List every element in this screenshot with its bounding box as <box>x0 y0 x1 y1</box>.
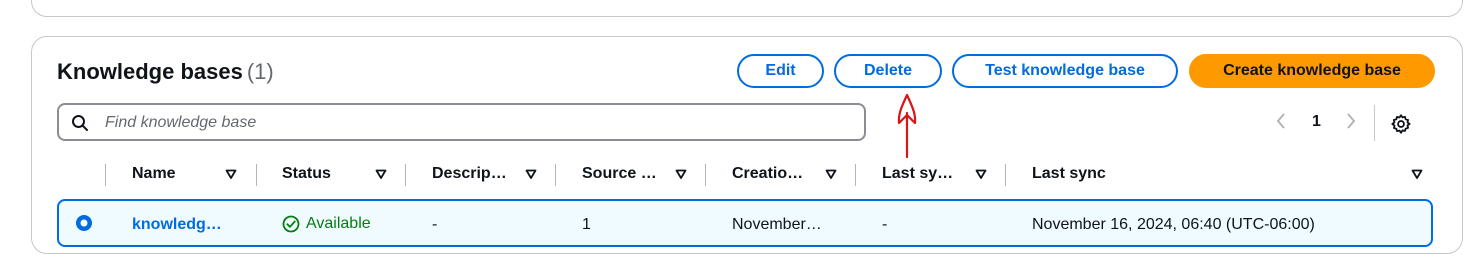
sort-caret-icon[interactable] <box>975 168 987 180</box>
column-divider <box>855 164 856 186</box>
sort-caret-icon[interactable] <box>225 168 237 180</box>
sort-caret-icon[interactable] <box>525 168 537 180</box>
column-header-last-sync-short[interactable]: Last sy… <box>882 165 953 183</box>
search-icon <box>72 115 88 131</box>
title-count: (1) <box>246 59 274 84</box>
search-input[interactable] <box>103 111 847 135</box>
column-header-source[interactable]: Source … <box>582 165 657 183</box>
edit-button[interactable]: Edit <box>737 54 824 88</box>
knowledge-bases-panel: Knowledge bases (1) Edit Delete Test know… <box>31 36 1463 254</box>
column-header-last-sync[interactable]: Last sync <box>1032 165 1106 183</box>
last-sync-short-cell: - <box>882 216 888 233</box>
status-text: Available <box>306 215 371 232</box>
knowledge-base-name-link[interactable]: knowledg… <box>132 216 222 234</box>
table-row[interactable]: knowledg… Available - 1 November… - Nove… <box>57 199 1433 247</box>
column-header-description[interactable]: Descrip… <box>432 165 507 183</box>
column-header-name[interactable]: Name <box>132 165 176 183</box>
radio-selected-icon[interactable] <box>75 214 93 232</box>
create-knowledge-base-button[interactable]: Create knowledge base <box>1189 54 1435 88</box>
page-number[interactable]: 1 <box>1312 113 1321 131</box>
previous-section-card <box>31 0 1463 17</box>
test-knowledge-base-button[interactable]: Test knowledge base <box>952 54 1178 88</box>
source-cell: 1 <box>582 216 591 233</box>
column-header-status[interactable]: Status <box>282 165 331 183</box>
last-sync-cell: November 16, 2024, 06:40 (UTC-06:00) <box>1032 216 1315 233</box>
chevron-left-icon[interactable] <box>1275 111 1287 131</box>
status-badge: Available <box>282 215 371 233</box>
column-divider <box>405 164 406 186</box>
sort-caret-icon[interactable] <box>675 168 687 180</box>
search-box[interactable] <box>57 103 866 141</box>
sort-caret-icon[interactable] <box>1411 168 1423 180</box>
chevron-right-icon[interactable] <box>1345 111 1357 131</box>
pager-divider <box>1374 105 1375 141</box>
column-header-creation[interactable]: Creatio… <box>732 165 803 183</box>
sort-caret-icon[interactable] <box>375 168 387 180</box>
column-divider <box>105 164 106 186</box>
annotation-arrow-icon <box>897 93 917 159</box>
delete-button[interactable]: Delete <box>834 54 942 88</box>
column-divider <box>555 164 556 186</box>
column-divider <box>256 164 257 186</box>
column-divider <box>705 164 706 186</box>
creation-cell: November… <box>732 216 822 233</box>
page-title: Knowledge bases (1) <box>57 59 274 85</box>
settings-gear-icon[interactable] <box>1390 113 1412 135</box>
sort-caret-icon[interactable] <box>825 168 837 180</box>
column-divider <box>1005 164 1006 186</box>
check-circle-icon <box>282 215 300 233</box>
title-text: Knowledge bases <box>57 59 243 84</box>
description-cell: - <box>432 216 438 233</box>
